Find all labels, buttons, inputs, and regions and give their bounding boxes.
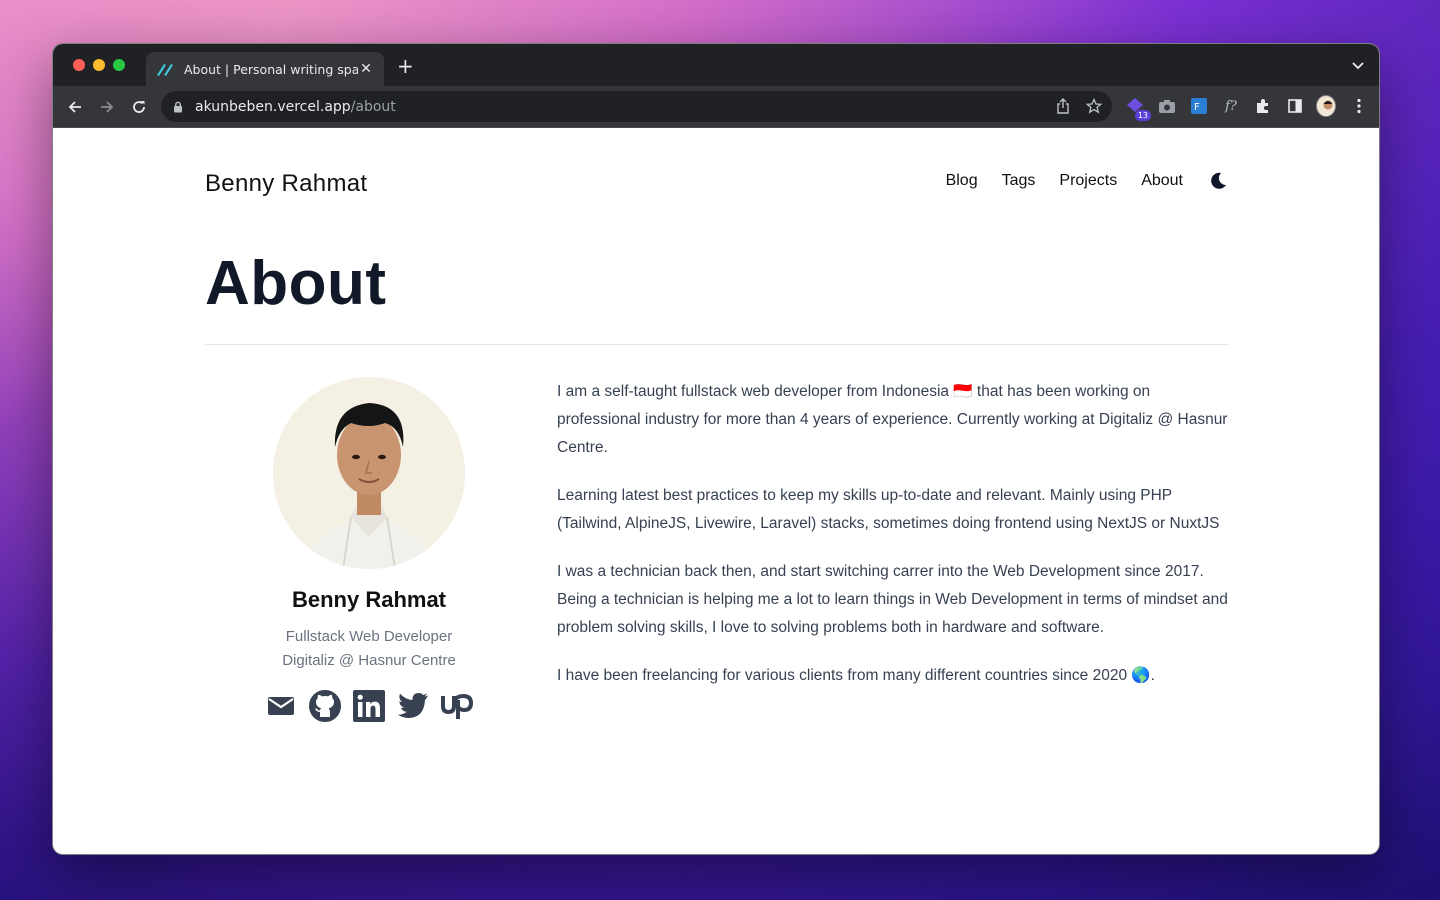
profile-name: Benny Rahmat bbox=[291, 587, 447, 612]
web-page: Benny Rahmat Blog Tags Projects About Ab… bbox=[53, 128, 1379, 854]
profile-role: Fullstack Web Developer bbox=[285, 628, 453, 645]
bookmark-star-icon[interactable] bbox=[1085, 97, 1103, 118]
font-extension-icon[interactable]: F bbox=[1189, 96, 1209, 116]
github-icon[interactable] bbox=[308, 689, 342, 723]
screenshot-extension-icon[interactable] bbox=[1157, 96, 1177, 116]
menu-kebab-icon[interactable] bbox=[1349, 96, 1369, 116]
nav-tags[interactable]: Tags bbox=[1002, 172, 1036, 190]
window-controls bbox=[73, 59, 125, 71]
profile-photo bbox=[273, 377, 465, 569]
upwork-icon[interactable] bbox=[440, 689, 474, 723]
maximize-window-button[interactable] bbox=[113, 59, 125, 71]
mail-icon[interactable] bbox=[264, 689, 298, 723]
close-tab-icon[interactable]: ✕ bbox=[358, 61, 374, 77]
nav-blog[interactable]: Blog bbox=[946, 172, 978, 190]
svg-text:F: F bbox=[1194, 102, 1200, 113]
browser-tab[interactable]: About | Personal writing space ✕ bbox=[146, 52, 384, 86]
side-panel-icon[interactable] bbox=[1285, 96, 1305, 116]
tab-search-icon[interactable] bbox=[1351, 58, 1365, 77]
bio-paragraph: I have been freelancing for various clie… bbox=[557, 667, 1155, 684]
browser-window: About | Personal writing space ✕ + akunb… bbox=[52, 43, 1380, 855]
nav-about[interactable]: About bbox=[1141, 172, 1183, 190]
main-nav: Blog Tags Projects About bbox=[946, 170, 1229, 192]
reload-icon[interactable] bbox=[129, 97, 149, 117]
divider bbox=[205, 344, 1229, 345]
tab-title: About | Personal writing space bbox=[184, 61, 358, 77]
profile-card: Benny Rahmat Fullstack Web Developer Dig… bbox=[205, 377, 533, 723]
new-tab-button[interactable]: + bbox=[397, 56, 414, 76]
browser-toolbar: akunbeben.vercel.app/about 13 F f? bbox=[53, 86, 1379, 128]
url-host: akunbeben.vercel.app bbox=[195, 98, 351, 115]
linkedin-icon[interactable] bbox=[352, 689, 386, 723]
back-icon[interactable] bbox=[65, 97, 85, 117]
page-title: About bbox=[205, 249, 387, 318]
bio-paragraph: I am a self-taught fullstack web develop… bbox=[557, 383, 1228, 456]
profile-avatar-icon[interactable] bbox=[1316, 95, 1336, 117]
address-bar[interactable]: akunbeben.vercel.app/about bbox=[161, 91, 1112, 122]
bio-paragraph: I was a technician back then, and start … bbox=[557, 563, 1228, 636]
bio-section: I am a self-taught fullstack web develop… bbox=[557, 378, 1231, 710]
extension-badge: 13 bbox=[1134, 110, 1151, 121]
profile-company: Digitaliz @ Hasnur Centre bbox=[282, 652, 456, 669]
whatfont-extension-icon[interactable]: f? bbox=[1221, 96, 1241, 116]
url-path: /about bbox=[350, 98, 396, 115]
profile-role-block: Fullstack Web Developer Digitaliz @ Hasn… bbox=[205, 625, 533, 673]
bio-paragraph: Learning latest best practices to keep m… bbox=[557, 487, 1220, 532]
share-icon[interactable] bbox=[1056, 98, 1070, 118]
close-window-button[interactable] bbox=[73, 59, 85, 71]
forward-icon[interactable] bbox=[97, 97, 117, 117]
nav-projects[interactable]: Projects bbox=[1059, 172, 1117, 190]
social-links bbox=[205, 689, 533, 723]
dark-mode-toggle-icon[interactable] bbox=[1207, 170, 1229, 192]
minimize-window-button[interactable] bbox=[93, 59, 105, 71]
tab-bar: About | Personal writing space ✕ + bbox=[53, 44, 1379, 86]
lock-icon[interactable] bbox=[173, 101, 183, 113]
site-title[interactable]: Benny Rahmat bbox=[205, 170, 367, 198]
extension-icon[interactable]: 13 bbox=[1125, 96, 1151, 121]
extensions-puzzle-icon[interactable] bbox=[1253, 96, 1273, 116]
twitter-icon[interactable] bbox=[396, 689, 430, 723]
site-favicon-icon bbox=[157, 64, 173, 76]
